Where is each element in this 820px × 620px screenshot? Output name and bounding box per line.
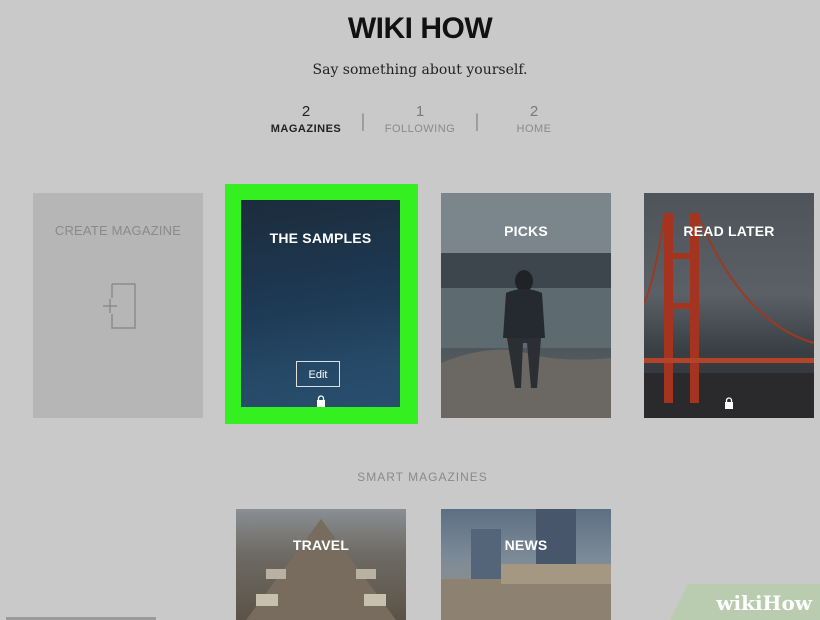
lock-icon bbox=[317, 395, 325, 407]
wikihow-watermark: wikiHow bbox=[670, 584, 820, 620]
smart-magazine-title: NEWS bbox=[504, 537, 548, 553]
watermark-how: How bbox=[762, 591, 812, 615]
tab-home[interactable]: 2 HOME bbox=[484, 103, 584, 135]
travel-cover-image bbox=[246, 519, 396, 620]
smart-magazines-heading: SMART MAGAZINES bbox=[357, 470, 488, 484]
profile-bio[interactable]: Say something about yourself. bbox=[0, 62, 820, 78]
tab-following[interactable]: 1 FOLLOWING bbox=[370, 103, 470, 135]
magazine-title: PICKS bbox=[504, 223, 548, 239]
watermark-wiki: wiki bbox=[716, 591, 763, 615]
home-count: 2 bbox=[529, 103, 539, 120]
profile-name: WIKI HOW bbox=[347, 12, 493, 45]
magazine-title: THE SAMPLES bbox=[269, 230, 372, 246]
following-label: FOLLOWING bbox=[384, 123, 456, 135]
profile-stats: 2 MAGAZINES | 1 FOLLOWING | 2 HOME bbox=[0, 103, 820, 135]
magazine-card-read-later[interactable]: READ LATER bbox=[644, 193, 814, 418]
divider: | bbox=[474, 111, 480, 131]
divider: | bbox=[360, 111, 366, 131]
edit-button[interactable]: Edit bbox=[296, 361, 340, 387]
smart-magazine-news[interactable]: NEWS bbox=[441, 509, 611, 620]
magazine-card-the-samples[interactable]: THE SAMPLES Edit bbox=[241, 200, 400, 407]
magazines-count: 2 bbox=[301, 103, 311, 120]
lock-icon bbox=[725, 397, 733, 409]
magazine-card-picks[interactable]: PICKS bbox=[441, 193, 611, 418]
smart-magazine-travel[interactable]: TRAVEL bbox=[236, 509, 406, 620]
create-magazine-label: CREATE MAGAZINE bbox=[54, 223, 182, 238]
tab-magazines[interactable]: 2 MAGAZINES bbox=[256, 103, 356, 135]
create-magazine-card[interactable]: CREATE MAGAZINE bbox=[33, 193, 203, 418]
smart-magazine-title: TRAVEL bbox=[292, 537, 350, 553]
home-label: HOME bbox=[516, 123, 552, 135]
add-page-icon bbox=[103, 283, 136, 329]
news-cover-image bbox=[441, 509, 611, 620]
following-count: 1 bbox=[415, 103, 425, 120]
magazine-title: READ LATER bbox=[683, 223, 775, 239]
magazines-label: MAGAZINES bbox=[270, 123, 342, 135]
